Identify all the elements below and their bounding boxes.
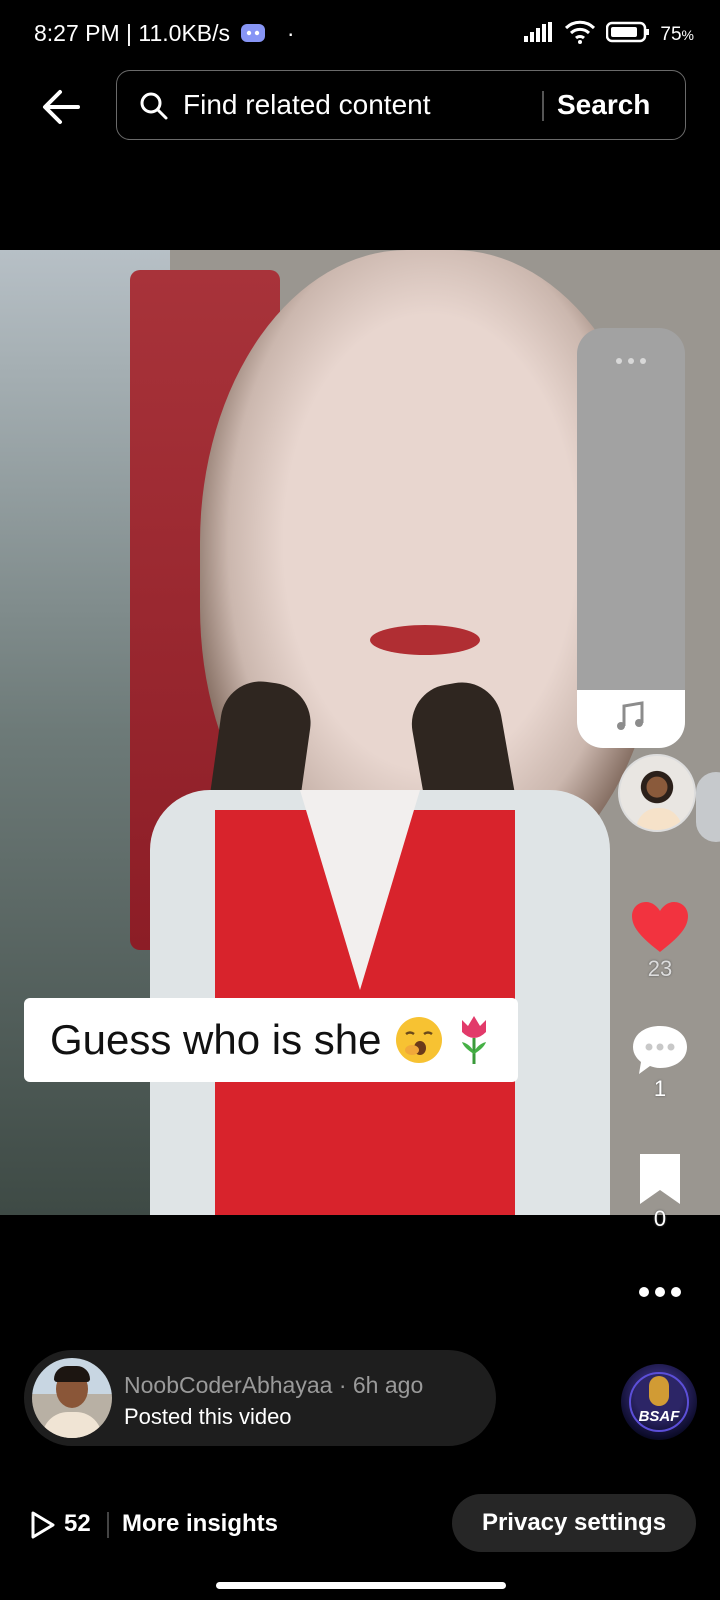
like-button[interactable]: 23 [622, 900, 698, 982]
panel-dots-icon[interactable] [613, 352, 649, 364]
comment-count: 1 [653, 1076, 667, 1101]
views-count: 52 [64, 1510, 91, 1537]
search-button[interactable]: Search [557, 89, 650, 121]
edge-handle[interactable] [696, 772, 720, 842]
discord-icon [240, 22, 266, 50]
bookmark-count: 0 [653, 1206, 667, 1231]
brand-logo[interactable]: BSAF [621, 1364, 697, 1440]
yawning-emoji-icon [395, 1017, 442, 1063]
poster-username[interactable]: NoobCoderAbhayaa [124, 1372, 332, 1398]
tulip-emoji-icon [456, 1014, 492, 1066]
play-icon [30, 1510, 56, 1540]
status-bar: 8:27 PM | 11.0KB/s · 75% [0, 0, 720, 70]
comment-icon [631, 1024, 689, 1076]
creator-avatar[interactable] [618, 754, 696, 832]
search-input[interactable]: Find related content Search [116, 70, 686, 140]
status-time: 8:27 PM | 11.0KB/s [34, 20, 231, 46]
search-placeholder: Find related content [183, 89, 431, 120]
video-caption: Guess who is she [24, 998, 518, 1082]
privacy-settings-button[interactable]: Privacy settings [452, 1494, 696, 1552]
search-icon [139, 91, 169, 121]
post-subtitle: Posted this video [124, 1404, 292, 1429]
wifi-icon [564, 20, 596, 50]
heart-icon [630, 900, 690, 956]
like-count: 23 [647, 956, 673, 981]
more-insights-link[interactable]: More insights [122, 1510, 278, 1538]
top-bar: Find related content Search [0, 70, 720, 142]
bottom-divider [107, 1512, 109, 1538]
bookmark-button[interactable]: 0 [622, 1152, 698, 1232]
battery-icon [606, 21, 650, 49]
poster-avatar[interactable] [32, 1358, 112, 1438]
back-arrow-icon[interactable] [38, 84, 84, 130]
brand-logo-text: BSAF [638, 1408, 680, 1425]
more-icon[interactable] [636, 1284, 684, 1300]
music-note-icon[interactable] [613, 700, 647, 734]
battery-percent: 75% [660, 24, 694, 45]
post-info[interactable]: NoobCoderAbhayaa · 6h ago Posted this vi… [24, 1350, 496, 1446]
comment-button[interactable]: 1 [622, 1024, 698, 1102]
caption-text: Guess who is she [50, 1016, 382, 1063]
post-age: 6h ago [352, 1372, 424, 1398]
bottom-bar: 52 More insights Privacy settings [0, 1490, 720, 1560]
search-divider [542, 91, 544, 121]
bookmark-icon [638, 1152, 682, 1206]
signal-icon [524, 22, 554, 48]
music-panel[interactable] [577, 328, 685, 748]
home-indicator[interactable] [216, 1582, 506, 1589]
